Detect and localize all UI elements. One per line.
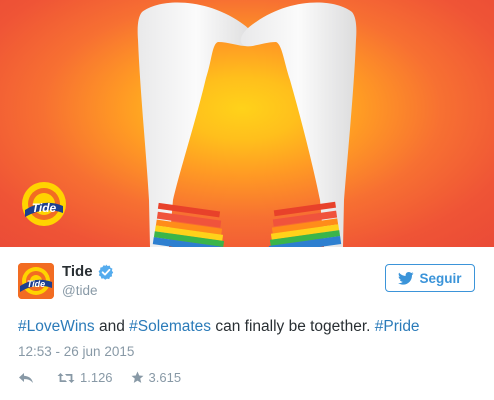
media-logo-text: Tide	[32, 201, 57, 215]
left-sock	[137, 2, 256, 247]
tweet-actions: 1.126 3.615	[18, 370, 199, 385]
follow-button-label: Seguir	[419, 270, 462, 286]
hashtag-lovewins[interactable]: #LoveWins	[18, 318, 95, 335]
retweet-button[interactable]: 1.126	[57, 370, 113, 385]
right-sock	[240, 2, 357, 247]
tweet-media-image[interactable]: Tide	[0, 0, 494, 247]
like-button[interactable]: 3.615	[131, 370, 182, 385]
author-name[interactable]: Tide	[62, 263, 93, 280]
avatar[interactable]: Tide	[18, 263, 54, 299]
bird-icon	[398, 271, 415, 285]
hashtag-pride[interactable]: #Pride	[375, 318, 420, 335]
retweet-count: 1.126	[80, 370, 113, 385]
retweet-icon	[57, 372, 75, 383]
socks-heart-illustration	[137, 2, 357, 247]
follow-button[interactable]: Seguir	[385, 264, 475, 292]
tweet-text-part: can finally be together.	[211, 318, 375, 335]
tweet-timestamp[interactable]: 12:53 - 26 jun 2015	[18, 344, 134, 359]
tweet-card: Tide Tide @tide Seguir #LoveWins and #So…	[0, 247, 494, 400]
tide-logo-icon: Tide	[20, 180, 68, 228]
hashtag-solemates[interactable]: #Solemates	[129, 318, 211, 335]
tweet-text: #LoveWins and #Solemates can finally be …	[18, 318, 420, 336]
star-icon	[131, 371, 144, 383]
author-handle[interactable]: @tide	[62, 283, 97, 298]
author-name-row: Tide	[62, 263, 114, 280]
reply-icon	[19, 372, 33, 383]
verified-badge-icon	[98, 264, 113, 280]
avatar-logo-text: Tide	[27, 279, 45, 289]
like-count: 3.615	[148, 370, 182, 385]
reply-button[interactable]	[18, 372, 39, 384]
tweet-text-part: and	[94, 318, 130, 335]
